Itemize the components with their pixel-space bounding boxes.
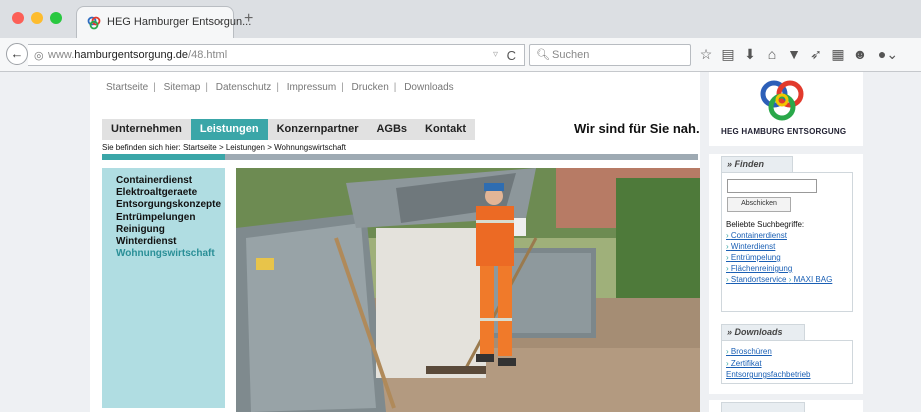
download-icon[interactable]: ⬇: [741, 46, 759, 63]
sub-menu: Containerdienst Elektroaltgeraete Entsor…: [102, 168, 225, 408]
menu-agbs[interactable]: AGBs: [367, 119, 416, 140]
url-text: www.hamburgentsorgung.de/48.html: [48, 49, 228, 61]
submenu-entruempelungen[interactable]: Entrümpelungen: [109, 212, 221, 224]
browser-tab[interactable]: HEG Hamburger Entsorgun... ×: [76, 6, 251, 38]
reload-icon[interactable]: C: [507, 48, 516, 63]
heg-logo: [760, 80, 804, 121]
submenu-containerdienst[interactable]: Containerdienst: [109, 175, 221, 187]
minimize-window-button[interactable]: [31, 12, 43, 24]
main-menu: Unternehmen Leistungen Konzernpartner AG…: [102, 119, 475, 140]
downloads-box-title: » Downloads: [721, 324, 805, 340]
column-separator: [709, 146, 863, 154]
chat-icon[interactable]: ☻: [851, 46, 869, 62]
browser-toolbar: ← ◎ www.hamburgentsorgung.de/48.html ▿ C…: [0, 38, 921, 72]
user-icon[interactable]: ●⌄: [873, 46, 903, 63]
back-button[interactable]: ←: [6, 43, 28, 65]
downloads-box: › Broschüren › Zertifikat Entsorgungsfac…: [721, 340, 853, 384]
submenu-elektroaltgeraete[interactable]: Elektroaltgeraete: [109, 187, 221, 199]
link-zertifikat[interactable]: › Zertifikat Entsorgungsfachbetrieb: [726, 358, 846, 380]
submenu-winterdienst[interactable]: Winterdienst: [109, 236, 221, 248]
link-flaechenreinigung[interactable]: › Flächenreinigung: [726, 264, 792, 273]
topnav-datenschutz[interactable]: Datenschutz: [216, 82, 272, 93]
find-input[interactable]: [727, 179, 817, 193]
dropdown-triangle-icon[interactable]: ▿: [493, 49, 498, 60]
tab-title: HEG Hamburger Entsorgun...: [107, 16, 252, 28]
link-maxi-bag[interactable]: MAXI BAG: [794, 275, 833, 284]
topnav-sitemap[interactable]: Sitemap: [164, 82, 201, 93]
submenu-reinigung[interactable]: Reinigung: [109, 224, 221, 236]
star-icon[interactable]: ☆: [697, 46, 715, 63]
reader-icon[interactable]: ▤: [719, 46, 737, 63]
menu-kontakt[interactable]: Kontakt: [416, 119, 475, 140]
breadcrumb: Sie befinden sich hier: Startseite > Lei…: [102, 143, 346, 152]
page-content: Startseite | Sitemap | Datenschutz | Impres…: [90, 72, 700, 412]
grid-icon[interactable]: ▦: [829, 46, 847, 63]
column-separator-2: [709, 394, 863, 400]
globe-icon: ◎: [34, 50, 44, 62]
heg-favicon-icon: [87, 16, 101, 30]
topnav-startseite[interactable]: Startseite: [106, 82, 148, 93]
address-bar[interactable]: ◎ www.hamburgentsorgung.de/48.html ▿ C: [28, 44, 525, 66]
send-icon[interactable]: ➶: [807, 46, 825, 63]
submenu-wohnungswirtschaft[interactable]: Wohnungswirtschaft: [109, 248, 221, 260]
submit-button[interactable]: Abschicken: [727, 197, 791, 212]
menu-unternehmen[interactable]: Unternehmen: [102, 119, 191, 140]
topnav-drucken[interactable]: Drucken: [352, 82, 389, 93]
browser-tab-bar: HEG Hamburger Entsorgun... × +: [0, 0, 921, 38]
next-box-title: [721, 402, 805, 412]
popular-searches-label: Beliebte Suchbegriffe:: [726, 220, 805, 229]
submenu-entsorgungskonzepte[interactable]: Entsorgungskonzepte: [109, 199, 221, 211]
link-standortservice[interactable]: › Standortservice › MAXI BAG: [726, 275, 832, 284]
search-icon: 🔍︎: [536, 49, 550, 61]
hero-photo: [236, 168, 700, 412]
menu-konzernpartner[interactable]: Konzernpartner: [268, 119, 368, 140]
link-entruempelung[interactable]: › Entrümpelung: [726, 253, 781, 262]
search-input[interactable]: 🔍︎ Suchen: [529, 44, 691, 66]
find-box-title: » Finden: [721, 156, 793, 172]
link-containerdienst[interactable]: › Containerdienst: [726, 231, 787, 240]
find-box: Abschicken Beliebte Suchbegriffe: › Cont…: [721, 172, 853, 312]
home-icon[interactable]: ⌂: [763, 46, 781, 62]
topnav-impressum[interactable]: Impressum: [287, 82, 336, 93]
close-window-button[interactable]: [12, 12, 24, 24]
topnav-downloads[interactable]: Downloads: [404, 82, 453, 93]
pocket-icon[interactable]: ▼: [785, 46, 803, 62]
new-tab-button[interactable]: +: [244, 10, 253, 28]
top-navigation: Startseite | Sitemap | Datenschutz | Impres…: [106, 82, 454, 93]
link-winterdienst[interactable]: › Winterdienst: [726, 242, 775, 251]
menu-leistungen[interactable]: Leistungen: [190, 119, 268, 140]
active-section-bar: [102, 154, 225, 160]
slogan: Wir sind für Sie nah.: [574, 121, 700, 136]
search-placeholder: Suchen: [552, 49, 590, 61]
tab-close-icon[interactable]: ×: [217, 15, 224, 29]
link-broschueren[interactable]: › Broschüren: [726, 347, 772, 356]
maximize-window-button[interactable]: [50, 12, 62, 24]
logo-text: HEG HAMBURG ENTSORGUNG: [721, 127, 847, 136]
right-column: HEG HAMBURG ENTSORGUNG » Finden Abschick…: [709, 72, 863, 412]
